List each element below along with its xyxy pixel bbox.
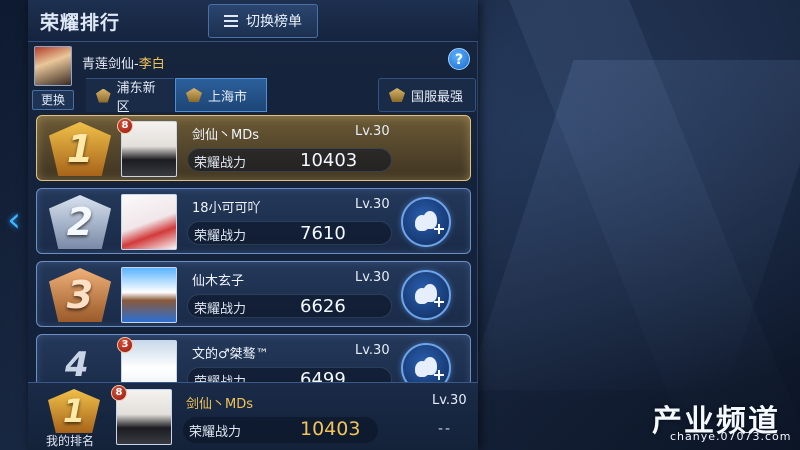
my-extra: --: [438, 421, 453, 437]
player-name: 剑仙丶MDs: [192, 128, 259, 143]
ranking-row[interactable]: 1 8 剑仙丶MDs Lv.30 荣耀战力 10403: [36, 115, 471, 181]
my-player-level: Lv.30: [432, 393, 467, 408]
power-box: 荣耀战力 10403: [187, 148, 392, 172]
national-badge-icon: [389, 88, 405, 102]
hero-selector-row: 更换 青莲剑仙-李白 ? 浦东新区 上海市 国服最强: [28, 42, 478, 115]
rank-emblem-silver: 2: [49, 195, 111, 249]
rank-number: 2: [66, 200, 94, 244]
rank-emblem-gold: 1: [49, 122, 111, 176]
rank-number: 4: [65, 345, 89, 382]
level-badge: 8: [111, 385, 127, 401]
switch-leaderboard-label: 切换榜单: [246, 14, 302, 30]
title-bar: 荣耀排行 切换榜单: [28, 0, 478, 42]
player-level: Lv.30: [355, 197, 390, 212]
tab-label: 浦东新区: [116, 80, 156, 115]
power-label: 荣耀战力: [194, 302, 247, 317]
city-badge-icon: [186, 88, 202, 102]
power-box: 荣耀战力 6626: [187, 294, 392, 318]
tab-national[interactable]: 国服最强: [378, 78, 476, 112]
rank-number: 1: [66, 127, 94, 171]
power-value: 10403: [300, 150, 358, 171]
tab-city[interactable]: 上海市: [175, 78, 267, 112]
player-level: Lv.30: [355, 124, 390, 139]
my-rank-emblem: 1: [48, 389, 100, 433]
player-avatar[interactable]: [121, 194, 177, 250]
add-friend-button[interactable]: [401, 343, 451, 382]
help-button[interactable]: ?: [448, 48, 470, 70]
add-friend-button[interactable]: [401, 270, 451, 320]
page-title: 荣耀排行: [40, 12, 121, 34]
my-rank-bar: 1 我的排名 8 剑仙丶MDs Lv.30 荣耀战力 10403 --: [28, 382, 478, 450]
ranking-row[interactable]: 4 3 文的♂桀骜™ Lv.30 荣耀战力 6499: [36, 334, 471, 382]
ranking-list[interactable]: 1 8 剑仙丶MDs Lv.30 荣耀战力 10403 2 18小可可吖 Lv.…: [28, 112, 478, 382]
hero-title: 青莲剑仙-: [82, 57, 139, 72]
hero-name-highlight: 李白: [138, 57, 165, 72]
player-name: 仙木玄子: [192, 274, 245, 289]
add-friend-button[interactable]: [401, 197, 451, 247]
collapse-arrow-icon[interactable]: ‹: [2, 200, 26, 240]
tab-district[interactable]: 浦东新区: [86, 78, 174, 115]
add-friend-icon: [434, 370, 444, 380]
power-label: 荣耀战力: [194, 371, 246, 382]
power-label: 荣耀战力: [194, 156, 247, 171]
leaderboard-panel: 荣耀排行 切换榜单 更换 青莲剑仙-李白 ? 浦东新区 上海市 国服最强 1 8…: [28, 0, 478, 450]
tab-label: 国服最强: [411, 89, 464, 105]
switch-leaderboard-button[interactable]: 切换榜单: [208, 4, 318, 38]
add-friend-icon: [434, 224, 444, 234]
player-name: 18小可可吖: [192, 201, 261, 216]
list-icon: [224, 15, 238, 27]
my-player-name: 剑仙丶MDs: [186, 397, 253, 412]
power-box: 荣耀战力 6499: [187, 367, 392, 382]
level-badge: 3: [117, 337, 133, 353]
district-badge-icon: [96, 88, 111, 103]
power-value: 7610: [300, 223, 346, 244]
ranking-row[interactable]: 2 18小可可吖 Lv.30 荣耀战力 7610: [36, 188, 471, 254]
my-rank-number: 1: [62, 392, 86, 430]
change-hero-button[interactable]: 更换: [32, 90, 74, 110]
tab-label: 上海市: [208, 89, 248, 105]
player-name: 文的♂桀骜™: [192, 347, 269, 362]
power-box: 荣耀战力 7610: [187, 221, 392, 245]
player-level: Lv.30: [355, 270, 390, 285]
level-badge: 8: [117, 118, 133, 134]
player-avatar[interactable]: [121, 267, 177, 323]
player-level: Lv.30: [355, 343, 390, 358]
watermark-sub: chanye.07073.com: [670, 430, 792, 443]
ranking-row[interactable]: 3 仙木玄子 Lv.30 荣耀战力 6626: [36, 261, 471, 327]
power-value: 10403: [300, 418, 361, 440]
rank-number: 3: [66, 273, 94, 317]
power-label: 荣耀战力: [194, 229, 247, 244]
power-value: 6499: [300, 369, 346, 382]
watermark-logo: 产业频道 chanye.07073.com: [652, 396, 792, 446]
my-rank-label: 我的排名: [46, 434, 95, 448]
power-label: 荣耀战力: [189, 425, 242, 440]
rank-emblem-bronze: 3: [49, 268, 111, 322]
power-value: 6626: [300, 296, 346, 317]
add-friend-icon: [434, 297, 444, 307]
hero-name: 青莲剑仙-李白: [82, 53, 165, 72]
hero-avatar[interactable]: [34, 46, 72, 86]
my-power-box: 荣耀战力 10403: [183, 417, 378, 443]
